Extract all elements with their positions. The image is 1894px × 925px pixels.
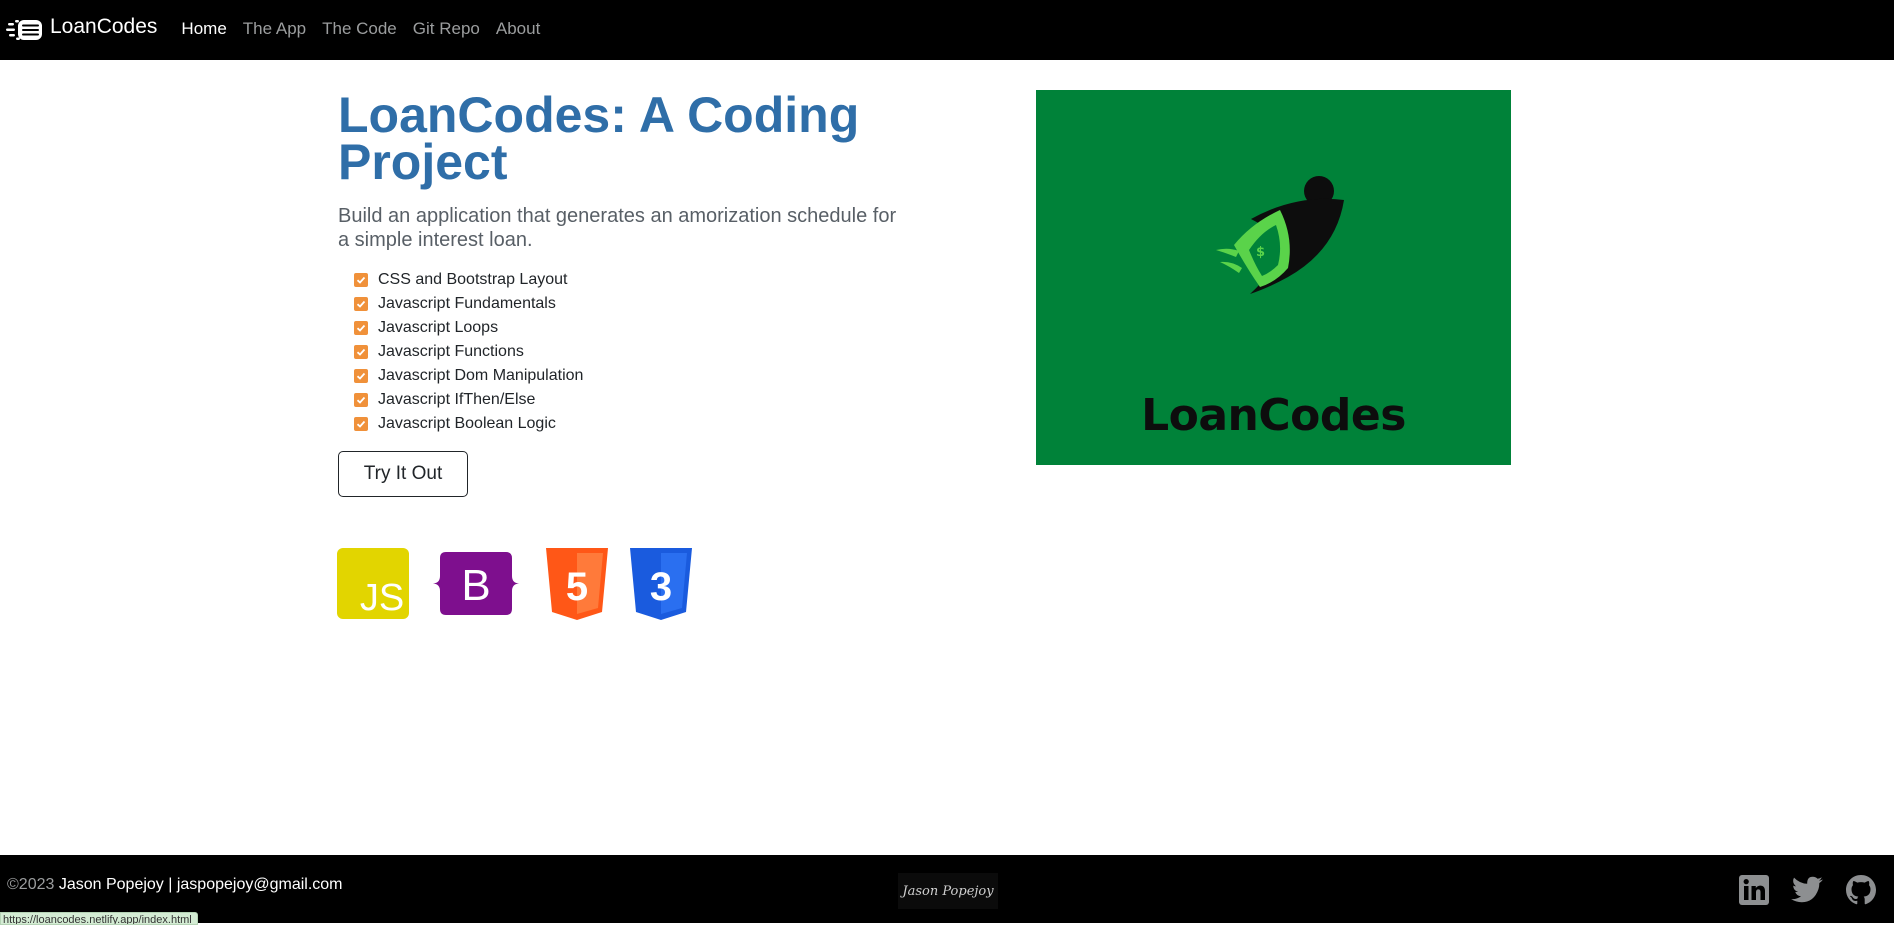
nav-the-code[interactable]: The Code: [322, 19, 397, 39]
footer: ©2023 Jason Popejoy | jaspopejoy@gmail.c…: [0, 855, 1894, 923]
nav-git-repo[interactable]: Git Repo: [413, 19, 480, 39]
brand-link[interactable]: LoanCodes: [6, 15, 158, 43]
author-contact[interactable]: Jason Popejoy | jaspopejoy@gmail.com: [59, 876, 343, 893]
list-item: Javascript Loops: [354, 316, 583, 340]
checklist-label: Javascript Fundamentals: [378, 295, 556, 312]
twitter-icon[interactable]: [1789, 874, 1825, 911]
checkmark-icon: [354, 321, 368, 335]
copyright-year: ©2023: [7, 876, 55, 893]
list-item: Javascript IfThen/Else: [354, 388, 583, 412]
github-icon[interactable]: [1845, 874, 1877, 911]
html5-icon: 5: [546, 548, 608, 625]
checkmark-icon: [354, 369, 368, 383]
checklist-label: Javascript Functions: [378, 343, 524, 360]
social-links: [1734, 874, 1894, 914]
list-item: Javascript Dom Manipulation: [354, 364, 583, 388]
list-item: Javascript Functions: [354, 340, 583, 364]
navbar: LoanCodes Home The App The Code Git Repo…: [0, 0, 1894, 60]
try-it-out-button[interactable]: Try It Out: [338, 451, 468, 497]
brand-name: LoanCodes: [50, 15, 158, 38]
hero-lead: Build an application that generates an a…: [338, 205, 897, 251]
signature-logo: Jason Popejoy: [898, 873, 998, 909]
checklist-label: Javascript Loops: [378, 319, 499, 336]
css3-icon: 3: [630, 548, 692, 625]
nav-about[interactable]: About: [496, 19, 540, 39]
loancodes-logo-image: $ LoanCodes: [1036, 90, 1511, 465]
svg-text:3: 3: [650, 565, 672, 609]
svg-text:$: $: [1256, 245, 1265, 260]
checklist-label: CSS and Bootstrap Layout: [378, 271, 568, 288]
javascript-icon: JS: [337, 548, 409, 624]
checklist-label: Javascript Dom Manipulation: [378, 367, 584, 384]
checkmark-icon: [354, 273, 368, 287]
nav-links: Home The App The Code Git Repo About: [181, 19, 556, 39]
logo-wordmark: LoanCodes: [1141, 390, 1406, 441]
checklist-label: Javascript Boolean Logic: [378, 415, 556, 432]
nav-the-app[interactable]: The App: [243, 19, 306, 39]
list-item: Javascript Boolean Logic: [354, 412, 583, 436]
list-item: Javascript Fundamentals: [354, 292, 583, 316]
page-title: LoanCodes: A Coding Project: [338, 87, 860, 190]
status-bar-url: https://loancodes.netlify.app/index.html: [0, 912, 198, 925]
svg-text:JS: JS: [360, 577, 404, 619]
nav-home[interactable]: Home: [181, 19, 226, 39]
checkmark-icon: [354, 345, 368, 359]
dollar-dash-icon: [6, 20, 42, 40]
checkmark-icon: [354, 393, 368, 407]
copyright: ©2023 Jason Popejoy | jaspopejoy@gmail.c…: [7, 876, 343, 894]
list-item: CSS and Bootstrap Layout: [354, 268, 583, 292]
flying-money-icon: $: [1216, 176, 1344, 294]
svg-text:5: 5: [566, 565, 588, 609]
checkmark-icon: [354, 297, 368, 311]
checklist-label: Javascript IfThen/Else: [378, 391, 536, 408]
linkedin-icon[interactable]: [1738, 874, 1770, 911]
bootstrap-icon: B: [432, 548, 520, 624]
skills-checklist: CSS and Bootstrap Layout Javascript Fund…: [354, 268, 583, 436]
svg-text:B: B: [461, 561, 490, 610]
checkmark-icon: [354, 417, 368, 431]
